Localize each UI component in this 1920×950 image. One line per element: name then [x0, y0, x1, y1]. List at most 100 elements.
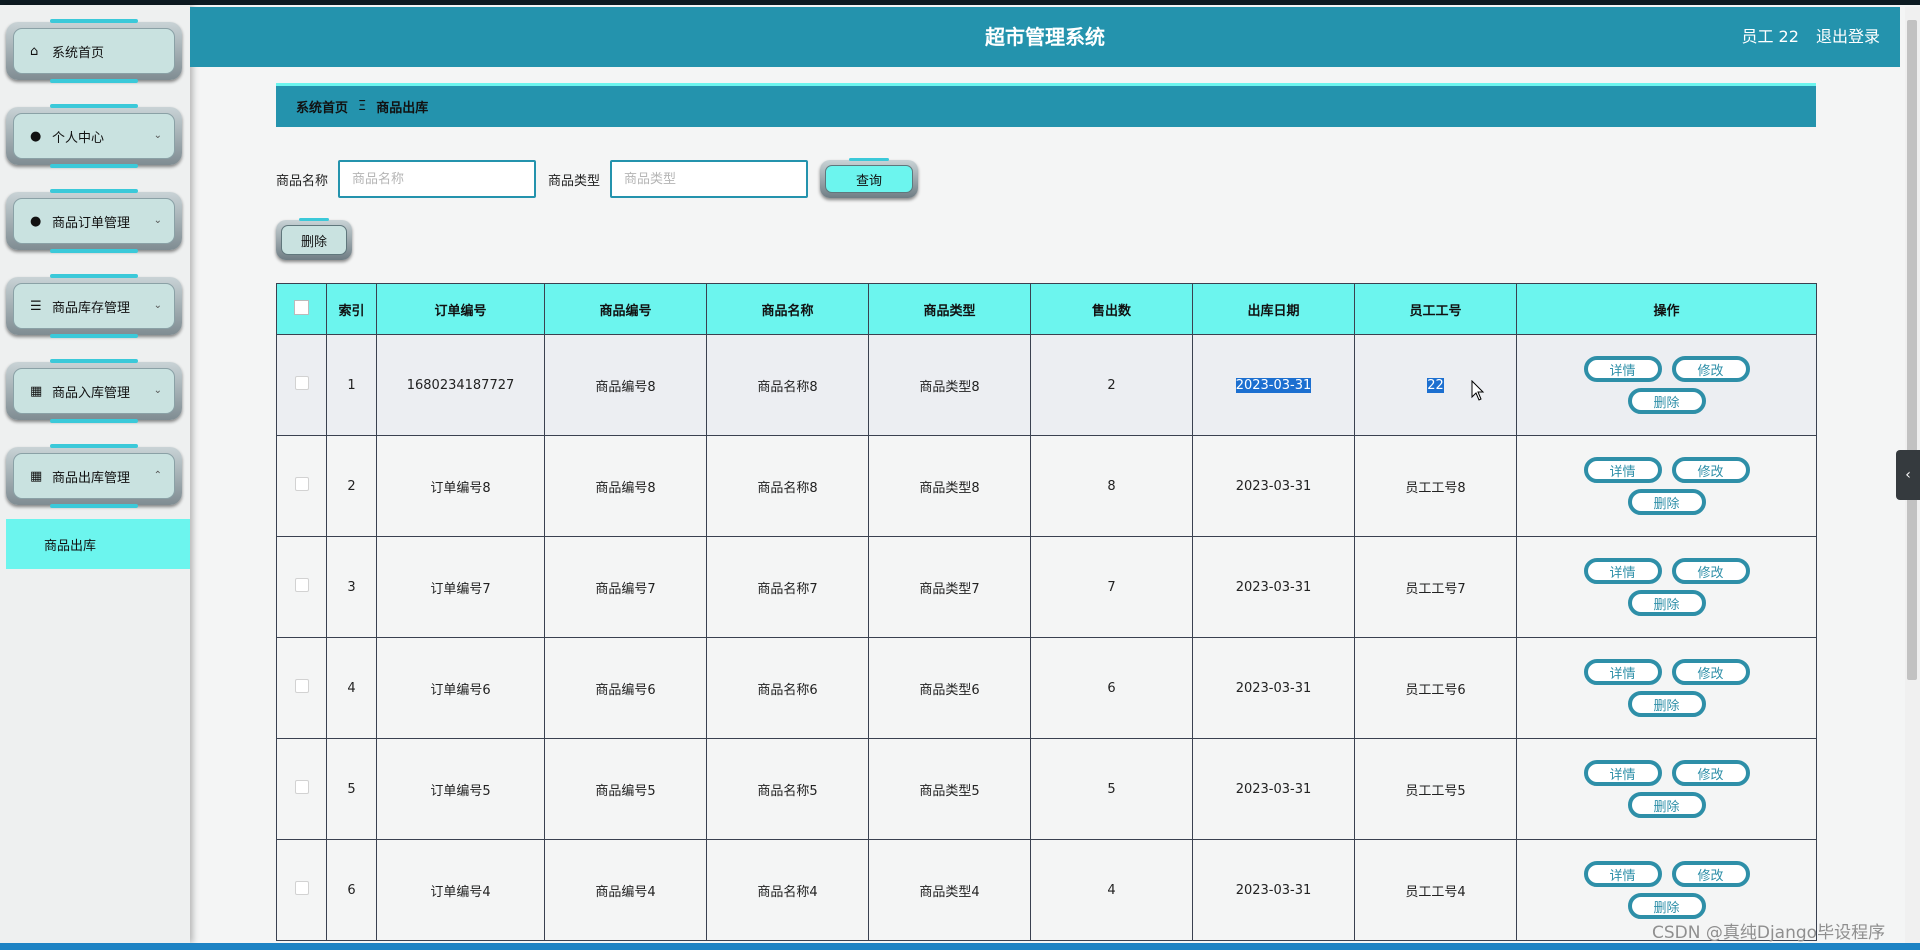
- cell-sold-count: 5: [1030, 738, 1193, 840]
- sidebar-item-frame: ⌂ 系统首页: [13, 28, 175, 74]
- row-checkbox[interactable]: [294, 477, 309, 491]
- cell-employee-no: 员工工号8: [1354, 435, 1517, 537]
- cell-product-type: 商品类型8: [868, 334, 1031, 436]
- cell-actions: 详情 修改 删除: [1516, 637, 1817, 739]
- cell-product-type: 商品类型5: [868, 738, 1031, 840]
- cell-employee-no: 员工工号4: [1354, 839, 1517, 941]
- edit-button[interactable]: 修改: [1671, 659, 1750, 685]
- table-row: 3 订单编号7 商品编号7 商品名称7 商品类型7 7 2023-03-31 员…: [276, 536, 1817, 638]
- cell-index: 3: [326, 536, 377, 638]
- cell-sold-count: 7: [1030, 536, 1193, 638]
- cell-product-name: 商品名称6: [706, 637, 869, 739]
- breadcrumb-home[interactable]: 系统首页: [296, 97, 348, 116]
- row-checkbox[interactable]: [294, 881, 309, 895]
- delete-button[interactable]: 删除: [1627, 691, 1706, 717]
- chevron-up-icon: ⌃: [153, 469, 162, 481]
- row-checkbox[interactable]: [294, 780, 309, 794]
- cell-out-date: 2023-03-31: [1192, 334, 1355, 436]
- table-row: 2 订单编号8 商品编号8 商品名称8 商品类型8 8 2023-03-31 员…: [276, 435, 1817, 537]
- sidebar-item-profile[interactable]: ● 个人中心 ⌄: [6, 104, 182, 168]
- sidebar-item-home[interactable]: ⌂ 系统首页: [6, 19, 182, 83]
- sidebar-item-orders[interactable]: ● 商品订单管理 ⌄: [6, 189, 182, 253]
- logout-link[interactable]: 退出登录: [1816, 27, 1880, 46]
- cell-product-name: 商品名称7: [706, 536, 869, 638]
- sidebar-item-stock-out[interactable]: ▦ 商品出库管理 ⌃: [6, 444, 182, 508]
- cell-product-no: 商品编号6: [544, 637, 707, 739]
- sidebar-item-label: 商品订单管理: [52, 215, 131, 231]
- detail-button[interactable]: 详情: [1583, 457, 1662, 483]
- breadcrumb-separator-icon: Ξ: [358, 99, 367, 114]
- sidebar-item-frame: ☰ 商品库存管理 ⌄: [13, 283, 175, 329]
- selected-text: 22: [1427, 377, 1444, 393]
- sidebar: ⌂ 系统首页 ● 个人中心 ⌄ ● 商品订单管理 ⌄ ☰ 商品库存管理 ⌄ ▦ …: [0, 5, 190, 943]
- detail-button[interactable]: 详情: [1583, 356, 1662, 382]
- chevron-down-icon: ⌄: [153, 384, 162, 396]
- delete-button[interactable]: 删除: [1627, 590, 1706, 616]
- column-header: 索引: [326, 283, 377, 335]
- cell-order-no: 订单编号5: [376, 738, 545, 840]
- cell-index: 4: [326, 637, 377, 739]
- edit-button[interactable]: 修改: [1671, 861, 1750, 887]
- detail-button[interactable]: 详情: [1583, 659, 1662, 685]
- chevron-down-icon: ⌄: [153, 214, 162, 226]
- cell-product-type: 商品类型7: [868, 536, 1031, 638]
- delete-button[interactable]: 删除: [1627, 388, 1706, 414]
- product-name-label: 商品名称: [276, 173, 329, 189]
- cell-product-no: 商品编号7: [544, 536, 707, 638]
- column-header: 商品编号: [544, 283, 707, 335]
- sidebar-item-label: 商品入库管理: [52, 385, 131, 401]
- grid-icon: ▦: [30, 383, 43, 399]
- row-select-cell: [276, 839, 327, 941]
- cell-actions: 详情 修改 删除: [1516, 738, 1817, 840]
- scrollbar-thumb[interactable]: [1907, 20, 1917, 680]
- edit-button[interactable]: 修改: [1671, 356, 1750, 382]
- sidebar-item-frame: ▦ 商品出库管理 ⌃: [13, 453, 175, 499]
- select-all-checkbox[interactable]: [294, 299, 309, 315]
- detail-button[interactable]: 详情: [1583, 760, 1662, 786]
- cell-out-date: 2023-03-31: [1192, 637, 1355, 739]
- cell-product-no: 商品编号8: [544, 435, 707, 537]
- edit-button[interactable]: 修改: [1671, 760, 1750, 786]
- column-header: 订单编号: [376, 283, 545, 335]
- product-name-input[interactable]: [338, 160, 537, 198]
- cell-sold-count: 2: [1030, 334, 1193, 436]
- select-all-cell: [276, 283, 327, 335]
- edit-button[interactable]: 修改: [1671, 558, 1750, 584]
- sidebar-item-label: 系统首页: [52, 45, 105, 61]
- cell-out-date: 2023-03-31: [1192, 536, 1355, 638]
- column-header: 商品类型: [868, 283, 1031, 335]
- cell-product-name: 商品名称8: [706, 435, 869, 537]
- home-icon: ⌂: [30, 43, 39, 59]
- product-type-input[interactable]: [610, 160, 809, 198]
- detail-button[interactable]: 详情: [1583, 558, 1662, 584]
- row-select-cell: [276, 738, 327, 840]
- delete-button[interactable]: 删除: [1627, 489, 1706, 515]
- cell-order-no: 1680234187727: [376, 334, 545, 436]
- mouse-pointer-icon: [1471, 380, 1485, 401]
- sidebar-item-inventory[interactable]: ☰ 商品库存管理 ⌄: [6, 274, 182, 338]
- grid-icon: ▦: [30, 468, 43, 484]
- cell-out-date: 2023-03-31: [1192, 435, 1355, 537]
- row-select-cell: [276, 536, 327, 638]
- detail-button[interactable]: 详情: [1583, 861, 1662, 887]
- collapse-panel-tab[interactable]: ‹: [1896, 450, 1920, 500]
- table-row: 1 1680234187727 商品编号8 商品名称8 商品类型8 2 2023…: [276, 334, 1817, 436]
- column-header: 操作: [1516, 283, 1817, 335]
- delete-button[interactable]: 删除: [1627, 893, 1706, 919]
- bulk-delete-button[interactable]: 删除: [276, 218, 352, 260]
- search-button[interactable]: 查询: [820, 158, 919, 198]
- delete-button[interactable]: 删除: [1627, 792, 1706, 818]
- cell-index: 5: [326, 738, 377, 840]
- row-checkbox[interactable]: [294, 578, 309, 592]
- window-bottom-edge: [0, 943, 1920, 950]
- table-row: 5 订单编号5 商品编号5 商品名称5 商品类型5 5 2023-03-31 员…: [276, 738, 1817, 840]
- submenu-item-stock-out[interactable]: 商品出库: [6, 519, 190, 569]
- row-checkbox[interactable]: [294, 376, 309, 390]
- sidebar-item-stock-in[interactable]: ▦ 商品入库管理 ⌄: [6, 359, 182, 423]
- cell-product-name: 商品名称8: [706, 334, 869, 436]
- edit-button[interactable]: 修改: [1671, 457, 1750, 483]
- row-checkbox[interactable]: [294, 679, 309, 693]
- cell-employee-no: 22: [1354, 334, 1517, 436]
- cell-actions: 详情 修改 删除: [1516, 536, 1817, 638]
- search-button-label: 查询: [825, 165, 914, 193]
